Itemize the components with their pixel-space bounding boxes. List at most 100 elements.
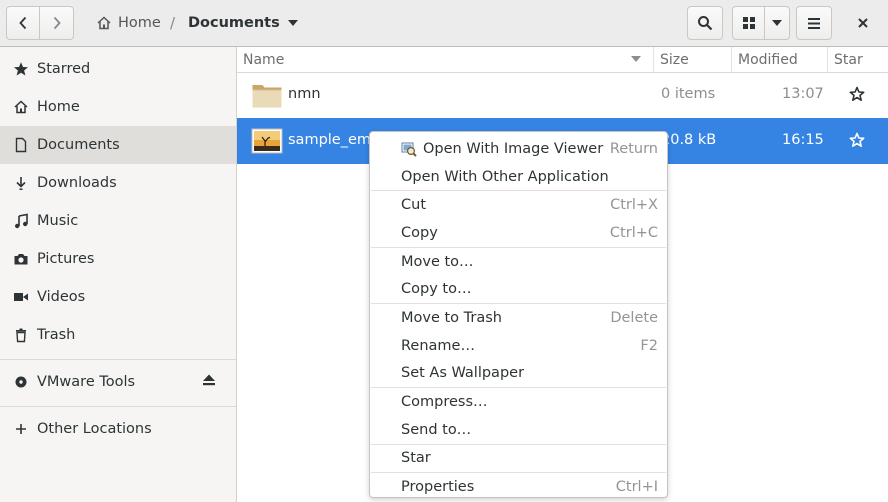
image-viewer-icon bbox=[401, 142, 417, 157]
column-header-label: Size bbox=[660, 51, 689, 68]
menu-item-label: Send to… bbox=[401, 421, 472, 438]
column-header-modified[interactable]: Modified bbox=[732, 47, 828, 72]
star-outline-icon[interactable] bbox=[849, 132, 865, 152]
view-options-button[interactable] bbox=[764, 6, 790, 40]
trash-icon bbox=[13, 327, 29, 343]
chevron-right-icon bbox=[53, 16, 61, 30]
search-button[interactable] bbox=[687, 6, 723, 40]
sidebar-item-videos[interactable]: Videos bbox=[0, 278, 236, 316]
menu-item-label: Move to Trash bbox=[401, 309, 502, 326]
sidebar-item-label: Home bbox=[37, 99, 80, 115]
download-icon bbox=[13, 175, 29, 191]
sidebar-item-music[interactable]: Music bbox=[0, 202, 236, 240]
file-row[interactable]: nmn 0 items 13:07 bbox=[237, 72, 888, 118]
sidebar-item-label: Trash bbox=[37, 327, 76, 343]
music-icon bbox=[13, 213, 29, 229]
menu-item-copy[interactable]: Copy Ctrl+C bbox=[370, 219, 667, 247]
star-outline-icon[interactable] bbox=[849, 86, 865, 106]
menu-item-open-with-image-viewer[interactable]: Open With Image Viewer Return bbox=[370, 135, 667, 163]
sidebar-divider bbox=[0, 406, 236, 407]
search-icon bbox=[698, 16, 713, 31]
menu-item-move-to[interactable]: Move to… bbox=[370, 248, 667, 276]
menu-item-accelerator: Ctrl+C bbox=[609, 224, 658, 241]
column-header-label: Star bbox=[834, 51, 863, 68]
menu-item-send-to[interactable]: Send to… bbox=[370, 416, 667, 444]
breadcrumb-current-label: Documents bbox=[188, 15, 280, 31]
menu-item-accelerator: Ctrl+I bbox=[615, 479, 658, 496]
column-header-label: Name bbox=[243, 51, 285, 68]
file-modified: 16:15 bbox=[782, 132, 824, 148]
hamburger-icon bbox=[808, 17, 820, 29]
menu-item-label: Star bbox=[401, 450, 431, 467]
menu-item-copy-to[interactable]: Copy to… bbox=[370, 275, 667, 303]
sidebar-divider bbox=[0, 359, 236, 360]
grid-icon bbox=[742, 17, 755, 29]
sidebar-item-label: Videos bbox=[37, 289, 86, 305]
menu-item-label: Copy to… bbox=[401, 281, 472, 298]
breadcrumb-current[interactable]: Documents bbox=[180, 6, 306, 40]
document-icon bbox=[13, 137, 29, 153]
menu-item-label: Open With Other Application bbox=[401, 168, 609, 185]
eject-icon[interactable] bbox=[202, 374, 216, 390]
sidebar-item-label: Pictures bbox=[37, 251, 95, 267]
sidebar-item-starred[interactable]: Starred bbox=[0, 50, 236, 88]
column-header-star[interactable]: Star bbox=[828, 47, 888, 72]
menu-item-properties[interactable]: Properties Ctrl+I bbox=[370, 473, 667, 501]
sidebar-item-other-locations[interactable]: Other Locations bbox=[0, 410, 236, 448]
menu-item-set-as-wallpaper[interactable]: Set As Wallpaper bbox=[370, 360, 667, 388]
menu-item-accelerator: F2 bbox=[640, 337, 658, 354]
file-modified: 13:07 bbox=[782, 86, 824, 102]
camera-icon bbox=[13, 251, 29, 267]
close-icon bbox=[858, 18, 868, 28]
menu-item-label: Properties bbox=[401, 479, 475, 496]
column-header-name[interactable]: Name bbox=[237, 47, 654, 72]
menu-item-accelerator: Ctrl+X bbox=[610, 197, 658, 214]
menu-item-label: Compress… bbox=[401, 394, 488, 411]
menu-item-compress[interactable]: Compress… bbox=[370, 388, 667, 416]
context-menu: Open With Image Viewer Return Open With … bbox=[369, 131, 668, 498]
forward-button[interactable] bbox=[39, 6, 74, 40]
sidebar-item-label: Starred bbox=[37, 61, 91, 77]
caret-down-icon bbox=[287, 20, 298, 26]
menu-item-star[interactable]: Star bbox=[370, 445, 667, 473]
folder-icon bbox=[252, 85, 282, 108]
column-header-label: Modified bbox=[738, 51, 798, 68]
grid-view-button[interactable] bbox=[732, 6, 765, 40]
video-icon bbox=[13, 289, 29, 305]
breadcrumb-home[interactable]: Home bbox=[88, 6, 169, 40]
menu-item-accelerator: Delete bbox=[610, 309, 658, 326]
disc-icon bbox=[13, 374, 29, 390]
caret-down-icon bbox=[772, 20, 782, 26]
sidebar-item-documents[interactable]: Documents bbox=[0, 126, 236, 164]
header-bar: Home / Documents bbox=[0, 0, 888, 47]
sidebar-item-label: Downloads bbox=[37, 175, 117, 191]
sidebar-item-pictures[interactable]: Pictures bbox=[0, 240, 236, 278]
menu-item-accelerator: Return bbox=[609, 140, 658, 157]
sidebar-item-home[interactable]: Home bbox=[0, 88, 236, 126]
sidebar-item-vmware-tools[interactable]: VMware Tools bbox=[0, 363, 236, 401]
sidebar-item-downloads[interactable]: Downloads bbox=[0, 164, 236, 202]
back-button[interactable] bbox=[6, 6, 40, 40]
file-size: 0 items bbox=[661, 86, 716, 102]
menu-item-open-with-other-application[interactable]: Open With Other Application bbox=[370, 163, 667, 191]
breadcrumb-home-label: Home bbox=[118, 15, 161, 31]
home-icon bbox=[97, 16, 111, 30]
file-size: 20.8 kB bbox=[661, 132, 717, 148]
menu-item-rename[interactable]: Rename… F2 bbox=[370, 332, 667, 360]
menu-item-label: Open With Image Viewer bbox=[423, 140, 604, 157]
breadcrumb-separator: / bbox=[170, 14, 176, 32]
plus-icon bbox=[13, 421, 29, 437]
column-header-size[interactable]: Size bbox=[654, 47, 732, 72]
file-name: nmn bbox=[288, 86, 321, 102]
sidebar-item-trash[interactable]: Trash bbox=[0, 316, 236, 354]
sidebar-item-label: VMware Tools bbox=[37, 374, 136, 390]
sort-descending-icon bbox=[631, 56, 641, 62]
hamburger-menu-button[interactable] bbox=[796, 6, 832, 40]
close-window-button[interactable] bbox=[845, 6, 881, 40]
image-thumbnail-icon bbox=[251, 128, 283, 154]
sidebar-item-label: Documents bbox=[37, 137, 120, 153]
menu-item-move-to-trash[interactable]: Move to Trash Delete bbox=[370, 304, 667, 332]
star-icon bbox=[13, 61, 29, 77]
menu-item-cut[interactable]: Cut Ctrl+X bbox=[370, 191, 667, 219]
menu-item-label: Cut bbox=[401, 197, 426, 214]
